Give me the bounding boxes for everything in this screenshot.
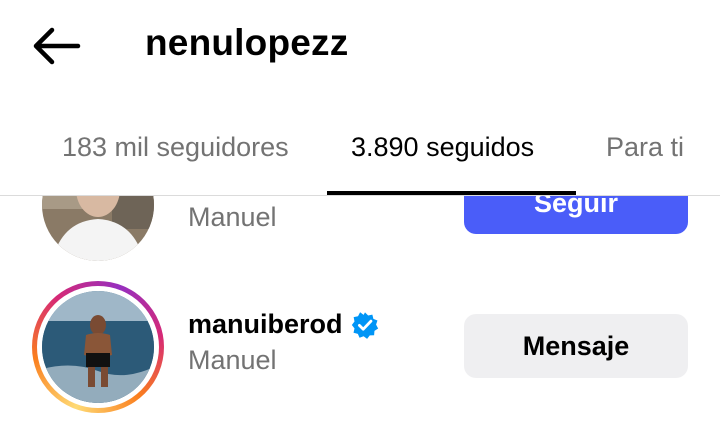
message-button[interactable]: Mensaje [464,314,688,378]
username-text: manuiberod [188,309,343,339]
following-list: Manuel Seguir manuiberod Manuel Mensaje [0,196,720,425]
active-tab-indicator [327,191,576,195]
list-item-subtitle: Manuel [188,202,277,232]
follow-button[interactable]: Seguir [464,196,688,234]
top-bar: nenulopezz [0,0,720,92]
tab-bar: n 183 mil seguidores 3.890 seguidos Para… [0,110,720,196]
tab-divider [0,195,720,196]
verified-badge-icon [351,311,378,339]
tab-partial[interactable]: n [0,132,1,163]
list-item-subtitle: Manuel [188,345,277,375]
tab-for-you[interactable]: Para ti [606,132,684,163]
list-item-username: manuiberod [188,309,379,340]
arrow-left-icon[interactable] [30,26,82,66]
page-title: nenulopezz [145,22,349,63]
avatar[interactable] [42,196,154,261]
tab-following[interactable]: 3.890 seguidos [351,132,534,163]
tab-followers[interactable]: 183 mil seguidores [62,132,289,163]
avatar[interactable] [42,291,154,403]
